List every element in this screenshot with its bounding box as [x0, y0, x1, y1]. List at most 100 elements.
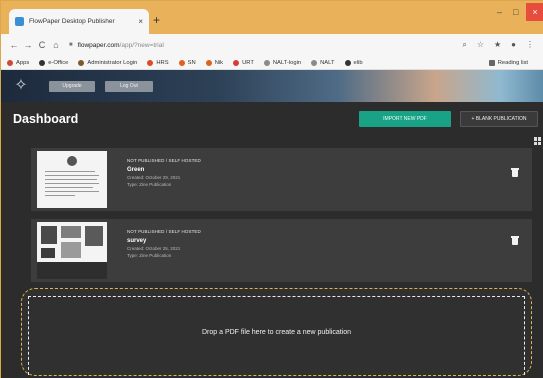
flowpaper-favicon-icon — [15, 17, 24, 26]
reading-list[interactable]: Reading list — [488, 59, 528, 66]
grid-view-icon[interactable] — [534, 137, 542, 145]
document-line — [45, 175, 99, 176]
maximize-button[interactable]: □ — [513, 7, 518, 17]
upgrade-button[interactable]: Upgrade — [49, 81, 95, 92]
back-icon[interactable]: ← — [7, 40, 21, 50]
blank-publication-button[interactable]: + BLANK PUBLICATION — [460, 111, 538, 127]
bookmark-label: SN — [187, 59, 196, 66]
bookmark-sn[interactable]: SN — [178, 59, 196, 66]
bookmark-label: NALT-login — [272, 59, 302, 66]
pdf-dropzone[interactable]: Drop a PDF file here to create a new pub… — [21, 288, 532, 376]
extensions-icon[interactable]: ★ — [494, 40, 501, 50]
publication-card[interactable]: NOT PUBLISHED / SELF HOSTED survey Creat… — [31, 219, 532, 282]
thumbnail-image — [61, 226, 81, 238]
publication-meta: NOT PUBLISHED / SELF HOSTED Green Create… — [127, 158, 201, 187]
publication-thumbnail[interactable] — [37, 222, 107, 279]
site-icon — [147, 59, 154, 66]
reload-icon[interactable]: C — [35, 40, 49, 50]
apps-grid-icon — [7, 59, 13, 66]
dropzone-text: Drop a PDF file here to create a new pub… — [201, 329, 352, 336]
publication-type: Type: Zine Publication — [127, 253, 172, 258]
import-new-pdf-button[interactable]: IMPORT NEW PDF — [359, 111, 451, 127]
site-icon — [205, 59, 212, 66]
document-line — [45, 171, 95, 172]
bookmark-label: e-Office — [48, 59, 69, 66]
thumbnail-image — [85, 226, 103, 246]
tab-title: FlowPaper Desktop Publisher — [29, 18, 115, 25]
flowpaper-app: ✧ Upgrade Log Out Dashboard IMPORT NEW P… — [1, 70, 543, 378]
bookmark-hrs[interactable]: HRS — [147, 59, 169, 66]
app-header: ✧ Upgrade Log Out — [1, 70, 543, 102]
dashboard-title-row: Dashboard IMPORT NEW PDF + BLANK PUBLICA… — [1, 102, 543, 140]
site-icon — [263, 59, 270, 66]
site-icon — [233, 59, 240, 66]
bookmark-apps[interactable]: Apps — [7, 59, 30, 66]
thumbnail-image — [37, 262, 107, 279]
forward-icon[interactable]: → — [21, 40, 35, 50]
document-line — [45, 179, 97, 180]
trash-icon[interactable] — [511, 236, 519, 245]
address-toolbar: ← → C ⌂ ■ flowpaper.com /app/?new=trial … — [1, 34, 543, 56]
page-title: Dashboard — [13, 112, 79, 126]
tab-strip: FlowPaper Desktop Publisher × + – □ × — [1, 1, 543, 34]
bookmark-label: URT — [242, 59, 254, 66]
home-icon[interactable]: ⌂ — [49, 40, 63, 50]
reading-list-label: Reading list — [497, 59, 528, 66]
seal-icon — [67, 156, 77, 166]
address-bar[interactable]: ■ flowpaper.com /app/?new=trial — [69, 37, 463, 53]
bookmark-admin-login[interactable]: Administrator Login — [78, 59, 138, 66]
publication-status: NOT PUBLISHED / SELF HOSTED — [127, 158, 201, 163]
bookmark-label: Apps — [16, 59, 30, 66]
minimize-button[interactable]: – — [497, 7, 502, 17]
toolbar-actions: ⌕ ☆ ★ ● ⋮ — [462, 40, 534, 50]
new-tab-button[interactable]: + — [153, 13, 160, 27]
trash-icon[interactable] — [511, 168, 519, 177]
bookmark-label: NALT — [320, 59, 335, 66]
document-line — [45, 191, 99, 192]
tab-close-icon[interactable]: × — [138, 17, 143, 26]
bookmark-nalt[interactable]: NALT — [311, 59, 335, 66]
bookmark-elib[interactable]: elib — [344, 59, 363, 66]
browser-tab[interactable]: FlowPaper Desktop Publisher × — [9, 9, 149, 34]
publication-thumbnail[interactable] — [37, 151, 107, 208]
browser-window: FlowPaper Desktop Publisher × + – □ × ← … — [0, 0, 543, 378]
globe-icon — [344, 59, 351, 66]
thumbnail-image — [41, 248, 55, 258]
document-line — [45, 187, 93, 188]
search-icon[interactable]: ⌕ — [462, 40, 466, 50]
bookmark-label: elib — [353, 59, 363, 66]
user-icon — [78, 59, 85, 66]
publication-meta: NOT PUBLISHED / SELF HOSTED survey Creat… — [127, 229, 201, 258]
bookmarks-bar: Apps e-Office Administrator Login HRS SN… — [1, 56, 543, 70]
publication-type: Type: Zine Publication — [127, 182, 172, 187]
globe-icon — [39, 59, 46, 66]
thumbnail-image — [61, 242, 81, 258]
publication-name[interactable]: survey — [127, 238, 201, 244]
bookmark-label: Administrator Login — [87, 59, 138, 66]
bookmark-nalt-login[interactable]: NALT-login — [263, 59, 302, 66]
log-out-button[interactable]: Log Out — [105, 81, 153, 92]
reading-list-icon — [488, 59, 495, 66]
document-line — [45, 183, 99, 184]
flowpaper-logo-icon[interactable]: ✧ — [11, 76, 31, 96]
url-domain: flowpaper.com — [77, 41, 120, 49]
url-path: /app/?new=trial — [119, 41, 164, 49]
site-icon — [311, 59, 318, 66]
bookmark-urt[interactable]: URT — [233, 59, 254, 66]
bookmark-nik[interactable]: Nik — [205, 59, 224, 66]
lock-icon: ■ — [69, 42, 73, 48]
publication-created: Created: October 29, 2021 — [127, 175, 181, 180]
publication-name[interactable]: Green — [127, 167, 201, 173]
bookmark-eoffice[interactable]: e-Office — [39, 59, 69, 66]
profile-icon[interactable]: ● — [511, 40, 516, 50]
window-close-button[interactable]: × — [526, 3, 543, 21]
publication-card[interactable]: NOT PUBLISHED / SELF HOSTED Green Create… — [31, 148, 532, 211]
site-icon — [178, 59, 185, 66]
bookmark-star-icon[interactable]: ☆ — [477, 40, 484, 50]
bookmark-label: HRS — [156, 59, 169, 66]
bookmark-label: Nik — [214, 59, 224, 66]
document-line — [45, 195, 75, 196]
thumbnail-image — [41, 226, 57, 244]
publication-created: Created: October 25, 2021 — [127, 246, 181, 251]
menu-icon[interactable]: ⋮ — [526, 40, 534, 50]
